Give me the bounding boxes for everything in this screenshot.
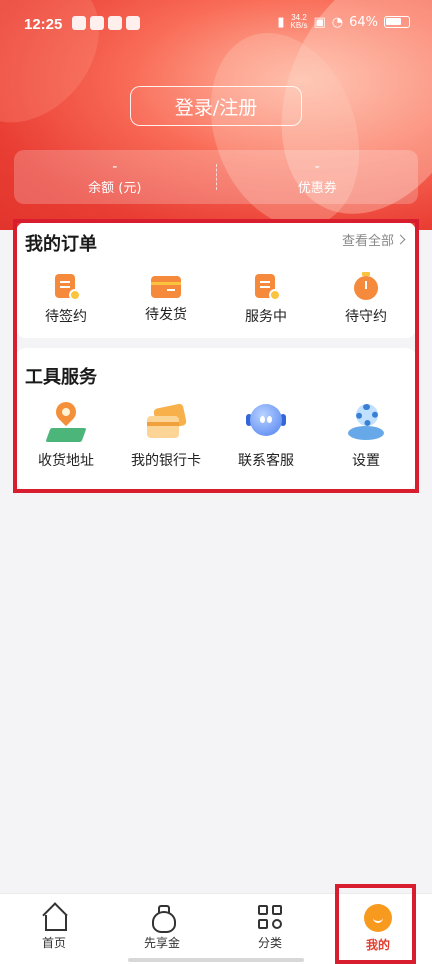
money-bag-icon — [149, 904, 176, 933]
network-speed: 34.2 KB/s — [290, 13, 308, 30]
status-time: 12:25 — [24, 16, 63, 33]
profile-icon — [364, 904, 392, 932]
battery-percent: 64% — [349, 14, 378, 30]
nav-item-prepay[interactable]: 先享金 — [108, 894, 216, 964]
pending-commit-icon — [353, 272, 379, 300]
tool-services-card: 工具服务 收货地址 我的银行卡 联系客服 设置 — [16, 348, 416, 490]
vibrate-icon: ▮ — [277, 14, 285, 30]
wifi-icon: ◔ — [331, 14, 344, 30]
sim-icon: ▣ — [313, 14, 326, 30]
coupon-value: - — [314, 158, 320, 175]
orders-grid: 待签约 待发货 服务中 待守约 — [16, 272, 416, 326]
tool-customer-service[interactable]: 联系客服 — [216, 400, 316, 470]
tool-settings[interactable]: 设置 — [316, 400, 416, 470]
home-icon — [41, 904, 67, 931]
tool-bank-card[interactable]: 我的银行卡 — [116, 400, 216, 470]
status-bar: 12:25 ▮ 34.2 KB/s ▣ ◔ 64% — [0, 0, 432, 50]
coupon-item[interactable]: - 优惠券 — [217, 150, 419, 204]
home-indicator[interactable] — [128, 958, 304, 962]
customer-service-icon — [244, 400, 288, 444]
balance-label: 余额 (元) — [88, 180, 142, 196]
bank-card-icon — [145, 400, 187, 444]
app-notification-icon — [126, 16, 140, 30]
tools-title: 工具服务 — [25, 367, 97, 388]
balance-card: - 余额 (元) - 优惠券 — [14, 150, 418, 204]
nav-item-mine[interactable]: 我的 — [324, 894, 432, 964]
order-pending-ship[interactable]: 待发货 — [116, 272, 216, 326]
pending-sign-icon — [53, 272, 81, 301]
my-orders-card: 我的订单 查看全部 待签约 待发货 服务中 待守约 — [16, 222, 416, 338]
settings-gear-icon — [344, 400, 388, 444]
bottom-navigation: 首页 先享金 分类 我的 — [0, 893, 432, 964]
login-register-button[interactable]: 登录/注册 — [130, 86, 302, 126]
orders-title: 我的订单 — [25, 234, 97, 255]
location-pin-icon — [45, 397, 87, 444]
balance-item[interactable]: - 余额 (元) — [14, 150, 216, 204]
status-app-icons — [72, 16, 140, 30]
coupon-label: 优惠券 — [297, 180, 337, 196]
nav-item-home[interactable]: 首页 — [0, 894, 108, 964]
balance-value: - — [112, 158, 118, 175]
order-pending-commit[interactable]: 待守约 — [316, 272, 416, 326]
order-in-service[interactable]: 服务中 — [216, 272, 316, 326]
category-grid-icon — [257, 904, 283, 930]
in-service-icon — [253, 272, 281, 301]
tools-grid: 收货地址 我的银行卡 联系客服 设置 — [16, 397, 416, 470]
nav-item-category[interactable]: 分类 — [216, 894, 324, 964]
view-all-orders-link[interactable]: 查看全部 — [342, 230, 406, 249]
status-right-group: ▮ 34.2 KB/s ▣ ◔ 64% — [277, 14, 410, 30]
chevron-right-icon — [395, 234, 406, 245]
app-notification-icon — [72, 16, 86, 30]
battery-icon — [384, 16, 410, 28]
app-notification-icon — [108, 16, 122, 30]
order-pending-sign[interactable]: 待签约 — [16, 272, 116, 326]
app-notification-icon — [90, 16, 104, 30]
tool-shipping-address[interactable]: 收货地址 — [16, 397, 116, 470]
pending-ship-icon — [151, 274, 181, 298]
